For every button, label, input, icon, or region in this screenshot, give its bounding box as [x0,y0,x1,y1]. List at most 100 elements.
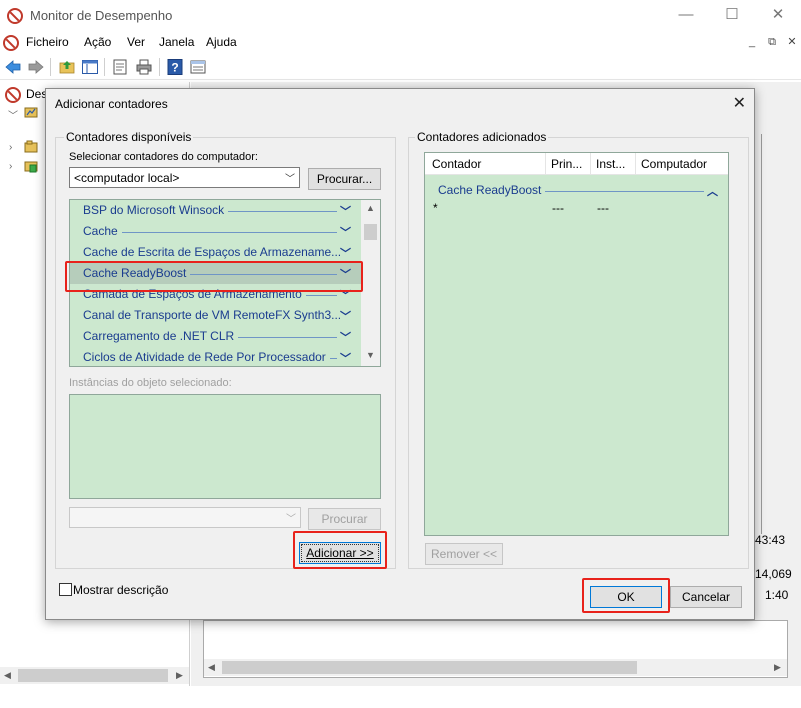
legend-horizontal-scrollbar[interactable]: ◀ ▶ [204,659,787,676]
counter-category-item[interactable]: BSP do Microsoft Winsock ﹀ [70,200,361,221]
counter-category-label: Cache de Escrita de Espaços de Armazenam… [83,245,346,259]
chevron-down-icon[interactable]: ﹀ [340,350,351,366]
show-hide-tree-icon[interactable] [81,58,99,76]
counter-category-item[interactable]: Cache ﹀ [70,221,361,242]
maximize-button[interactable]: ☐ [709,0,755,32]
menu-acao[interactable]: Ação [84,35,111,49]
highlight-selected-category [65,261,363,292]
chevron-down-icon[interactable]: ﹀ [340,203,351,219]
counter-category-label: Ciclos de Atividade de Rede Por Processa… [83,350,330,364]
counter-category-label: Canal de Transporte de VM RemoteFX Synth… [83,308,346,322]
highlight-ok-button [582,578,670,613]
counter-category-label: BSP do Microsoft Winsock [83,203,229,217]
search-combobox: ﹀ [69,507,301,528]
scroll-right-arrow-icon[interactable]: ▶ [176,670,183,681]
menu-janela[interactable]: Janela [159,35,194,49]
counter-category-item[interactable]: Ciclos de Atividade de Rede Por Processa… [70,347,361,366]
chevron-down-icon[interactable]: ﹀ [340,224,351,240]
toolbar: ? [0,54,801,80]
reports-icon[interactable] [24,159,38,173]
counter-legend-list: ◀ ▶ [203,620,788,678]
toolbar-separator [50,58,51,76]
back-arrow-icon[interactable] [4,58,22,76]
minimize-button[interactable]: — [663,0,709,32]
available-counters-label: Contadores disponíveis [64,130,194,144]
added-group-row[interactable]: Cache ReadyBoost ︿ [425,180,728,201]
highlight-add-button [293,531,387,569]
scroll-left-arrow-icon[interactable]: ◀ [4,670,11,681]
chevron-down-icon: ﹀ [286,514,296,525]
data-collector-sets-icon[interactable] [24,140,38,154]
graph-time-value: 43:43 [755,533,786,547]
added-group-label: Cache ReadyBoost [438,183,546,197]
help-icon[interactable]: ? [166,58,184,76]
categories-vertical-scrollbar[interactable]: ▲ ▼ [361,200,380,366]
column-parent[interactable]: Prin... [551,157,582,171]
column-divider[interactable] [635,153,636,175]
menu-ficheiro[interactable]: Ficheiro [26,35,69,49]
column-instance[interactable]: Inst... [596,157,625,171]
chevron-right-icon[interactable]: › [9,142,12,153]
add-counters-dialog: Adicionar contadores ✕ Contadores dispon… [45,88,755,620]
menu-ver[interactable]: Ver [127,35,145,49]
added-row-counter[interactable]: * [433,201,438,215]
counter-category-label: Cache [83,224,122,238]
mdi-minimize-button[interactable]: _ [744,35,760,51]
mdi-restore-button[interactable]: ⧉ [764,35,780,51]
counter-category-item[interactable]: Carregamento de .NET CLR ﹀ [70,326,361,347]
window-title: Monitor de Desempenho [30,8,173,23]
computer-combobox[interactable]: <computador local> ﹀ [69,167,300,188]
column-divider[interactable] [545,153,546,175]
print-icon[interactable] [135,58,153,76]
scroll-down-arrow-icon[interactable]: ▼ [366,350,375,360]
chevron-down-icon[interactable]: ﹀ [285,170,295,185]
dialog-close-button[interactable]: ✕ [733,93,746,113]
chevron-down-icon[interactable]: ﹀ [340,245,351,261]
show-description-checkbox[interactable] [59,583,72,596]
stat-value-2: 1:40 [765,588,789,602]
dialog-title: Adicionar contadores [55,97,168,111]
monitoring-tools-icon[interactable] [24,106,38,120]
menu-bar: Ficheiro Ação Ver Janela Ajuda _ ⧉ ✕ [0,32,801,54]
toolbar-separator [159,58,160,76]
cancel-button[interactable]: Cancelar [670,586,742,608]
counter-category-label: Carregamento de .NET CLR [83,329,239,343]
stat-value-1: 14,069 [755,567,792,581]
column-divider[interactable] [590,153,591,175]
instances-label: Instâncias do objeto selecionado: [69,377,232,389]
chevron-right-icon[interactable]: › [9,161,12,172]
scrollbar-thumb[interactable] [18,669,168,682]
up-folder-icon[interactable] [58,58,76,76]
chevron-down-icon[interactable]: ﹀ [340,308,351,324]
chevron-down-icon[interactable]: ﹀ [340,329,351,345]
browse-computer-button[interactable]: Procurar... [308,168,381,190]
chevron-up-icon[interactable]: ︿ [707,183,718,199]
close-button[interactable]: ✕ [755,0,801,32]
column-computer[interactable]: Computador [641,157,707,171]
tree-horizontal-scrollbar[interactable]: ◀ ▶ [0,667,189,684]
added-counters-list[interactable]: Contador Prin... Inst... Computador Cach… [424,152,729,536]
properties-icon[interactable] [111,58,129,76]
chevron-down-icon[interactable]: ﹀ [8,107,18,122]
mdi-system-icon[interactable] [3,35,19,51]
show-description-label[interactable]: Mostrar descrição [73,583,168,597]
added-row-parent: --- [552,201,564,215]
search-button: Procurar [308,508,381,530]
scrollbar-thumb[interactable] [364,224,377,240]
mdi-close-button[interactable]: ✕ [784,35,800,51]
added-counters-header: Contador Prin... Inst... Computador [425,153,728,175]
instances-list[interactable] [69,394,381,499]
counter-category-item[interactable]: Canal de Transporte de VM RemoteFX Synth… [70,305,361,326]
toolbar-separator [104,58,105,76]
scrollbar-thumb[interactable] [222,661,637,674]
added-counters-label: Contadores adicionados [415,130,549,144]
title-bar: Monitor de Desempenho — ☐ ✕ [0,0,801,32]
counter-category-item[interactable]: Cache de Escrita de Espaços de Armazenam… [70,242,361,263]
column-counter[interactable]: Contador [432,157,481,171]
scroll-right-arrow-icon[interactable]: ▶ [774,662,781,673]
forward-arrow-icon[interactable] [27,58,45,76]
scroll-left-arrow-icon[interactable]: ◀ [208,662,215,673]
view-list-icon[interactable] [189,58,207,76]
menu-ajuda[interactable]: Ajuda [206,35,237,49]
scroll-up-arrow-icon[interactable]: ▲ [366,203,375,213]
